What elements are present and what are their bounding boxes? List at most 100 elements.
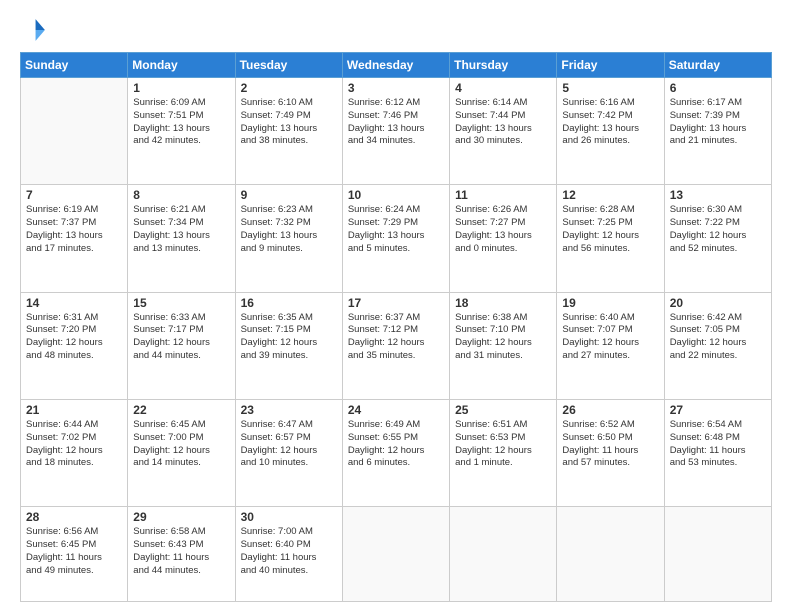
cell-content: Sunrise: 6:52 AMSunset: 6:50 PMDaylight:…	[562, 419, 658, 470]
calendar-week-1: 7 Sunrise: 6:19 AMSunset: 7:37 PMDaylight…	[21, 185, 772, 292]
day-number: 5	[562, 81, 658, 95]
calendar-cell	[557, 507, 664, 602]
cell-content: Sunrise: 6:26 AMSunset: 7:27 PMDaylight:…	[455, 204, 551, 255]
calendar-cell: 14 Sunrise: 6:31 AMSunset: 7:20 PMDayligh…	[21, 292, 128, 399]
day-number: 30	[241, 510, 337, 524]
calendar-cell: 18 Sunrise: 6:38 AMSunset: 7:10 PMDayligh…	[450, 292, 557, 399]
calendar-cell: 1 Sunrise: 6:09 AMSunset: 7:51 PMDaylight…	[128, 78, 235, 185]
calendar-cell: 12 Sunrise: 6:28 AMSunset: 7:25 PMDayligh…	[557, 185, 664, 292]
calendar-cell: 13 Sunrise: 6:30 AMSunset: 7:22 PMDayligh…	[664, 185, 771, 292]
cell-content: Sunrise: 6:58 AMSunset: 6:43 PMDaylight:…	[133, 526, 229, 577]
cell-content: Sunrise: 6:31 AMSunset: 7:20 PMDaylight:…	[26, 312, 122, 363]
cell-content: Sunrise: 6:49 AMSunset: 6:55 PMDaylight:…	[348, 419, 444, 470]
day-number: 20	[670, 296, 766, 310]
day-number: 7	[26, 188, 122, 202]
calendar-header-monday: Monday	[128, 53, 235, 78]
cell-content: Sunrise: 6:35 AMSunset: 7:15 PMDaylight:…	[241, 312, 337, 363]
calendar-header-saturday: Saturday	[664, 53, 771, 78]
calendar-cell: 7 Sunrise: 6:19 AMSunset: 7:37 PMDaylight…	[21, 185, 128, 292]
logo	[20, 16, 52, 44]
cell-content: Sunrise: 6:37 AMSunset: 7:12 PMDaylight:…	[348, 312, 444, 363]
cell-content: Sunrise: 6:54 AMSunset: 6:48 PMDaylight:…	[670, 419, 766, 470]
day-number: 13	[670, 188, 766, 202]
calendar-cell: 27 Sunrise: 6:54 AMSunset: 6:48 PMDayligh…	[664, 399, 771, 506]
cell-content: Sunrise: 6:12 AMSunset: 7:46 PMDaylight:…	[348, 97, 444, 148]
calendar-cell	[450, 507, 557, 602]
calendar-cell: 5Sunrise: 6:16 AMSunset: 7:42 PMDaylight…	[557, 78, 664, 185]
calendar-cell	[21, 78, 128, 185]
day-number: 12	[562, 188, 658, 202]
cell-content: Sunrise: 6:42 AMSunset: 7:05 PMDaylight:…	[670, 312, 766, 363]
cell-content: Sunrise: 6:45 AMSunset: 7:00 PMDaylight:…	[133, 419, 229, 470]
cell-content: Sunrise: 6:44 AMSunset: 7:02 PMDaylight:…	[26, 419, 122, 470]
day-number: 2	[241, 81, 337, 95]
day-number: 26	[562, 403, 658, 417]
calendar-cell: 28Sunrise: 6:56 AMSunset: 6:45 PMDayligh…	[21, 507, 128, 602]
cell-content: Sunrise: 6:40 AMSunset: 7:07 PMDaylight:…	[562, 312, 658, 363]
calendar-table: SundayMondayTuesdayWednesdayThursdayFrid…	[20, 52, 772, 602]
day-number: 15	[133, 296, 229, 310]
day-number: 27	[670, 403, 766, 417]
day-number: 10	[348, 188, 444, 202]
calendar-header-row: SundayMondayTuesdayWednesdayThursdayFrid…	[21, 53, 772, 78]
cell-content: Sunrise: 6:47 AMSunset: 6:57 PMDaylight:…	[241, 419, 337, 470]
calendar-cell: 6 Sunrise: 6:17 AMSunset: 7:39 PMDaylight…	[664, 78, 771, 185]
calendar-cell: 3 Sunrise: 6:12 AMSunset: 7:46 PMDaylight…	[342, 78, 449, 185]
cell-content: Sunrise: 6:23 AMSunset: 7:32 PMDaylight:…	[241, 204, 337, 255]
calendar-cell	[664, 507, 771, 602]
day-number: 18	[455, 296, 551, 310]
day-number: 1	[133, 81, 229, 95]
cell-content: Sunrise: 6:51 AMSunset: 6:53 PMDaylight:…	[455, 419, 551, 470]
calendar-cell: 4Sunrise: 6:14 AMSunset: 7:44 PMDaylight…	[450, 78, 557, 185]
calendar-header-friday: Friday	[557, 53, 664, 78]
day-number: 21	[26, 403, 122, 417]
day-number: 14	[26, 296, 122, 310]
day-number: 6	[670, 81, 766, 95]
day-number: 4	[455, 81, 551, 95]
calendar-cell: 17Sunrise: 6:37 AMSunset: 7:12 PMDayligh…	[342, 292, 449, 399]
day-number: 22	[133, 403, 229, 417]
calendar-cell: 22 Sunrise: 6:45 AMSunset: 7:00 PMDayligh…	[128, 399, 235, 506]
day-number: 9	[241, 188, 337, 202]
calendar-cell: 8Sunrise: 6:21 AMSunset: 7:34 PMDaylight…	[128, 185, 235, 292]
cell-content: Sunrise: 7:00 AMSunset: 6:40 PMDaylight:…	[241, 526, 337, 577]
calendar-cell: 20 Sunrise: 6:42 AMSunset: 7:05 PMDayligh…	[664, 292, 771, 399]
calendar-cell: 2 Sunrise: 6:10 AMSunset: 7:49 PMDaylight…	[235, 78, 342, 185]
cell-content: Sunrise: 6:30 AMSunset: 7:22 PMDaylight:…	[670, 204, 766, 255]
day-number: 25	[455, 403, 551, 417]
calendar-cell: 30 Sunrise: 7:00 AMSunset: 6:40 PMDayligh…	[235, 507, 342, 602]
calendar-cell: 19 Sunrise: 6:40 AMSunset: 7:07 PMDayligh…	[557, 292, 664, 399]
calendar-cell: 11 Sunrise: 6:26 AMSunset: 7:27 PMDayligh…	[450, 185, 557, 292]
calendar-header-tuesday: Tuesday	[235, 53, 342, 78]
page: SundayMondayTuesdayWednesdayThursdayFrid…	[0, 0, 792, 612]
cell-content: Sunrise: 6:24 AMSunset: 7:29 PMDaylight:…	[348, 204, 444, 255]
day-number: 3	[348, 81, 444, 95]
day-number: 16	[241, 296, 337, 310]
calendar-week-0: 1 Sunrise: 6:09 AMSunset: 7:51 PMDaylight…	[21, 78, 772, 185]
cell-content: Sunrise: 6:10 AMSunset: 7:49 PMDaylight:…	[241, 97, 337, 148]
calendar-cell: 21 Sunrise: 6:44 AMSunset: 7:02 PMDayligh…	[21, 399, 128, 506]
day-number: 28	[26, 510, 122, 524]
calendar-cell: 16 Sunrise: 6:35 AMSunset: 7:15 PMDayligh…	[235, 292, 342, 399]
calendar-header-wednesday: Wednesday	[342, 53, 449, 78]
logo-icon	[20, 16, 48, 44]
calendar-week-2: 14 Sunrise: 6:31 AMSunset: 7:20 PMDayligh…	[21, 292, 772, 399]
cell-content: Sunrise: 6:33 AMSunset: 7:17 PMDaylight:…	[133, 312, 229, 363]
cell-content: Sunrise: 6:28 AMSunset: 7:25 PMDaylight:…	[562, 204, 658, 255]
calendar-header-sunday: Sunday	[21, 53, 128, 78]
calendar-header-thursday: Thursday	[450, 53, 557, 78]
day-number: 19	[562, 296, 658, 310]
cell-content: Sunrise: 6:17 AMSunset: 7:39 PMDaylight:…	[670, 97, 766, 148]
calendar-cell: 26 Sunrise: 6:52 AMSunset: 6:50 PMDayligh…	[557, 399, 664, 506]
calendar-cell: 24 Sunrise: 6:49 AMSunset: 6:55 PMDayligh…	[342, 399, 449, 506]
day-number: 29	[133, 510, 229, 524]
calendar-cell: 23 Sunrise: 6:47 AMSunset: 6:57 PMDayligh…	[235, 399, 342, 506]
cell-content: Sunrise: 6:38 AMSunset: 7:10 PMDaylight:…	[455, 312, 551, 363]
calendar-cell: 10 Sunrise: 6:24 AMSunset: 7:29 PMDayligh…	[342, 185, 449, 292]
cell-content: Sunrise: 6:19 AMSunset: 7:37 PMDaylight:…	[26, 204, 122, 255]
calendar-cell: 25 Sunrise: 6:51 AMSunset: 6:53 PMDayligh…	[450, 399, 557, 506]
day-number: 11	[455, 188, 551, 202]
cell-content: Sunrise: 6:09 AMSunset: 7:51 PMDaylight:…	[133, 97, 229, 148]
day-number: 24	[348, 403, 444, 417]
day-number: 23	[241, 403, 337, 417]
